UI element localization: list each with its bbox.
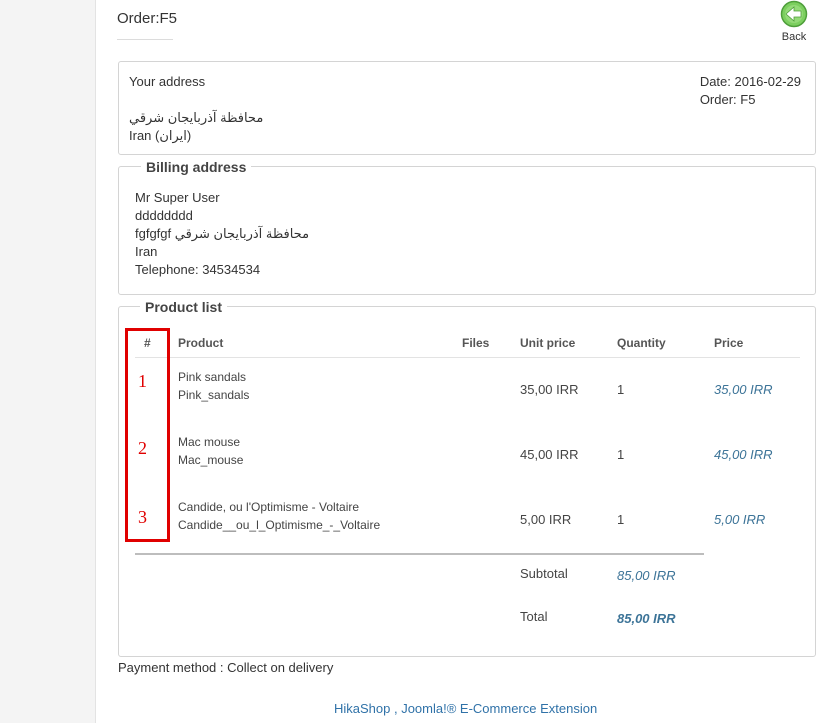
back-label[interactable]: Back <box>776 31 812 43</box>
product-name: Pink sandals <box>178 370 247 384</box>
billing-country: Iran <box>135 244 158 259</box>
price-cell: 35,00 IRR <box>714 382 773 397</box>
your-address: Your address محافظة آذربایجان شرقي Iran … <box>129 73 263 145</box>
product-name: Candide, ou l'Optimisme - Voltaire <box>178 500 360 514</box>
subtotal-value: 85,00 IRR <box>617 568 676 583</box>
address-line-2: Iran (ایران) <box>129 128 192 143</box>
row-number-highlight-box <box>125 328 170 542</box>
billing-telephone: Telephone: 34534534 <box>135 262 261 277</box>
column-header-quantity: Quantity <box>617 336 666 350</box>
quantity-cell: 1 <box>617 382 625 397</box>
address-line-1: محافظة آذربایجان شرقي <box>129 110 264 125</box>
your-address-heading: Your address <box>129 74 206 89</box>
product-cell: Candide, ou l'Optimisme - Voltaire Candi… <box>178 498 380 534</box>
back-button[interactable]: Back <box>776 0 812 43</box>
order-number: Order: F5 <box>699 92 756 107</box>
subtotal-label: Subtotal <box>520 566 568 581</box>
address-box: Your address محافظة آذربایجان شرقي Iran … <box>118 61 816 155</box>
column-header-files: Files <box>462 336 490 350</box>
billing-line-2: dddddddd <box>135 208 193 223</box>
unit-price-cell: 45,00 IRR <box>520 447 579 462</box>
price-cell: 5,00 IRR <box>714 512 766 527</box>
billing-name: Mr Super User <box>135 190 220 205</box>
column-header-price: Price <box>714 336 744 350</box>
order-page: Order:F5 Back Your address محافظة آذربای… <box>0 0 837 723</box>
totals-divider <box>135 553 704 555</box>
product-list-legend: Product list <box>140 298 228 316</box>
quantity-cell: 1 <box>617 447 625 462</box>
product-cell: Mac mouse Mac_mouse <box>178 433 243 469</box>
unit-price-cell: 35,00 IRR <box>520 382 579 397</box>
total-value: 85,00 IRR <box>617 611 676 626</box>
order-meta: Date: 2016-02-29 Order: F5 <box>700 73 801 109</box>
product-code: Candide__ou_l_Optimisme_-_Voltaire <box>178 518 381 532</box>
back-arrow-icon <box>780 0 808 28</box>
product-list-box: Product list # Product Files Unit price … <box>118 298 816 657</box>
left-gutter <box>0 0 96 723</box>
column-header-product: Product <box>178 336 224 350</box>
billing-legend: Billing address <box>141 158 252 176</box>
hikashop-footer-link[interactable]: HikaShop , Joomla!® E-Commerce Extension <box>334 701 597 716</box>
total-label: Total <box>520 609 548 624</box>
header-divider <box>135 357 800 358</box>
product-code: Mac_mouse <box>178 453 244 467</box>
billing-lines: Mr Super User dddddddd fgfgfgf محافظة آذ… <box>135 189 309 279</box>
column-header-unit-price: Unit price <box>520 336 576 350</box>
product-code: Pink_sandals <box>178 388 250 402</box>
payment-method: Payment method : Collect on delivery <box>118 660 334 675</box>
quantity-cell: 1 <box>617 512 625 527</box>
product-cell: Pink sandals Pink_sandals <box>178 368 249 404</box>
product-name: Mac mouse <box>178 435 241 449</box>
unit-price-cell: 5,00 IRR <box>520 512 572 527</box>
order-date: Date: 2016-02-29 <box>699 74 801 89</box>
billing-address-box: Billing address Mr Super User dddddddd f… <box>118 158 816 295</box>
price-cell: 45,00 IRR <box>714 447 773 462</box>
billing-line-3: fgfgfgf محافظة آذربایجان شرقي <box>135 226 310 241</box>
page-title: Order:F5 <box>117 10 177 40</box>
